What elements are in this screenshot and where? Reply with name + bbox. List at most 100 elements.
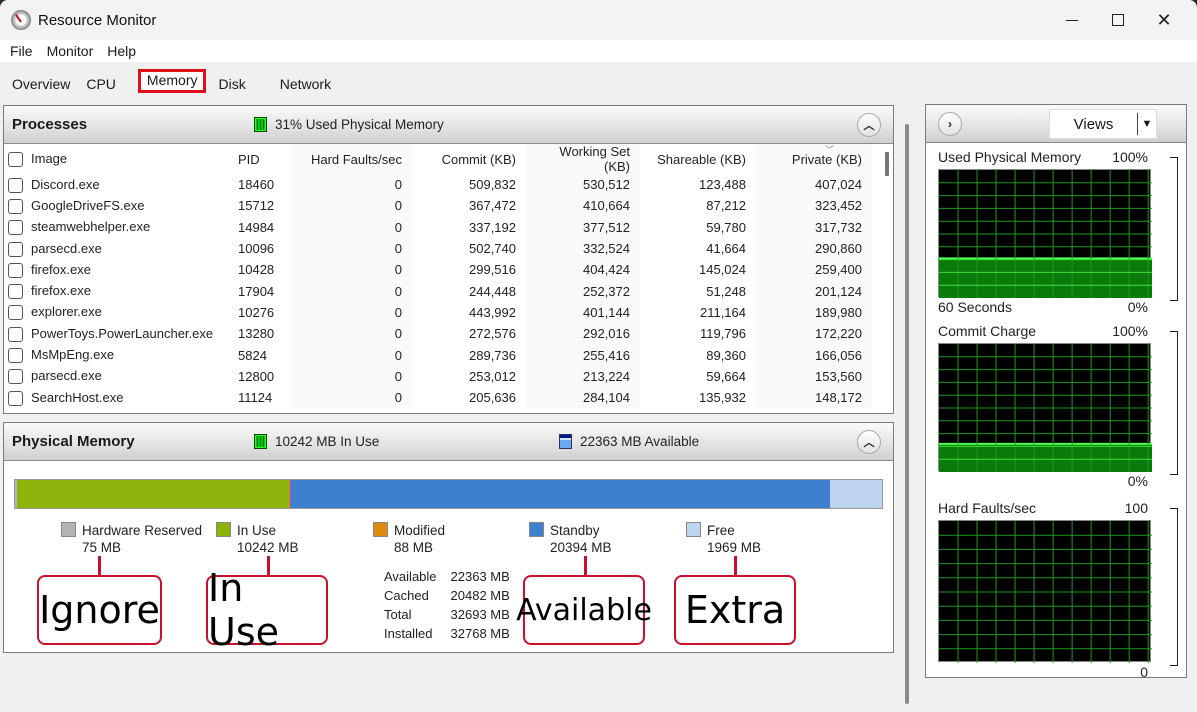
graph-title-row: Commit Charge 100% (938, 323, 1178, 341)
views-dropdown[interactable]: Views ▼ (1049, 109, 1157, 139)
process-checkbox[interactable] (8, 262, 23, 278)
cell-private: 323,452 (815, 198, 862, 214)
sort-descending-icon: ﹀ (824, 145, 834, 155)
column-header-commit[interactable]: Commit (KB) (412, 144, 526, 174)
processes-scrollbar[interactable] (885, 152, 889, 176)
main-scrollbar[interactable] (902, 102, 916, 712)
physical-memory-header[interactable]: Physical Memory 10242 MB In Use 22363 MB… (4, 423, 893, 461)
column-header-hard-faults[interactable]: Hard Faults/sec (292, 144, 412, 174)
process-checkbox[interactable] (8, 198, 23, 214)
menu-file[interactable]: File (10, 43, 33, 59)
cell-image: GoogleDriveFS.exe (4, 195, 230, 216)
expand-graphs-button[interactable]: › (938, 112, 962, 136)
column-header-private[interactable]: ﹀ Private (KB) (756, 144, 872, 174)
tab-bar: Overview CPU Memory Disk Network (0, 62, 1197, 96)
collapse-processes-button[interactable]: ︿ (857, 113, 881, 137)
process-name: firefox.exe (31, 261, 91, 277)
cell-working-set: 252,372 (583, 283, 630, 299)
graph-title-row: Hard Faults/sec 100 (938, 500, 1178, 518)
views-label: Views (1073, 115, 1114, 133)
callout-in-use: In Use (206, 566, 328, 654)
table-row[interactable]: explorer.exe 10276 0 443,992 401,144 211,164 1… (4, 302, 872, 323)
cell-commit: 244,448 (469, 283, 516, 299)
stat-value: 32693 MB (450, 607, 510, 622)
table-row[interactable]: GoogleDriveFS.exe 15712 0 367,472 410,664 87,… (4, 195, 872, 216)
legend-label: In Use (237, 523, 277, 538)
tab-disk[interactable]: Disk (216, 76, 247, 96)
legend-label: Modified (394, 523, 446, 538)
process-name: explorer.exe (31, 304, 102, 320)
table-row[interactable]: firefox.exe 17904 0 244,448 252,372 51,248 201… (4, 280, 872, 301)
cell-working-set: 292,016 (583, 326, 630, 342)
collapse-physical-memory-button[interactable]: ︿ (857, 430, 881, 454)
process-checkbox[interactable] (8, 390, 23, 406)
graph-title: Commit Charge (938, 323, 1037, 339)
graph-max-label: 100% (1112, 323, 1148, 339)
legend-modified: Modified 88 MB (373, 522, 445, 555)
stat-label: Available (384, 569, 437, 584)
table-row[interactable]: parsecd.exe 10096 0 502,740 332,524 41,664 290… (4, 238, 872, 259)
process-name: Discord.exe (31, 176, 100, 192)
table-row[interactable]: firefox.exe 10428 0 299,516 404,424 145,024 25… (4, 259, 872, 280)
graph-fill-area (939, 443, 1152, 472)
stat-row: Available 22363 MB (384, 567, 524, 586)
cell-private: 166,056 (815, 347, 862, 363)
legend-swatch (686, 522, 701, 537)
minimize-button[interactable] (1049, 0, 1095, 40)
table-row[interactable]: Discord.exe 18460 0 509,832 530,512 123,488 40… (4, 174, 872, 195)
close-icon: ✕ (1156, 9, 1172, 30)
tab-overview[interactable]: Overview (10, 76, 72, 96)
cell-pid: 17904 (238, 283, 275, 299)
cell-working-set: 377,512 (583, 219, 630, 235)
cell-hard-faults: 0 (394, 347, 402, 363)
menu-help[interactable]: Help (107, 43, 136, 59)
process-name: parsecd.exe (31, 240, 102, 256)
column-header-pid[interactable]: PID (230, 144, 292, 174)
process-checkbox[interactable] (8, 241, 23, 257)
legend-value: 10242 MB (237, 540, 299, 555)
minimize-icon (1066, 19, 1078, 21)
legend-swatch (61, 522, 76, 537)
process-checkbox[interactable] (8, 369, 23, 385)
graphs-header: › Views ▼ (926, 105, 1186, 143)
cell-pid: 10096 (238, 241, 275, 257)
table-row[interactable]: PowerToys.PowerLauncher.exe 13280 0 272,576… (4, 323, 872, 344)
table-row[interactable]: steamwebhelper.exe 14984 0 337,192 377,512 59… (4, 217, 872, 238)
graph-svg (939, 344, 1152, 472)
tab-memory[interactable]: Memory (137, 69, 207, 93)
process-checkbox[interactable] (8, 284, 23, 300)
close-button[interactable]: ✕ (1141, 0, 1187, 40)
tab-network[interactable]: Network (278, 76, 333, 96)
cell-commit: 367,472 (469, 198, 516, 214)
table-row[interactable]: MsMpEng.exe 5824 0 289,736 255,416 89,360 166,… (4, 344, 872, 365)
legend-label: Free (707, 523, 735, 538)
column-header-shareable[interactable]: Shareable (KB) (640, 144, 756, 174)
resource-monitor-window: Resource Monitor ✕ File Monitor Help Ove… (0, 0, 1197, 712)
cell-hard-faults: 0 (394, 368, 402, 384)
table-row[interactable]: parsecd.exe 12800 0 253,012 213,224 59,664 153… (4, 366, 872, 387)
table-row[interactable]: SearchHost.exe 11124 0 205,636 284,104 135,93… (4, 387, 872, 408)
graph-svg (939, 521, 1152, 663)
process-checkbox[interactable] (8, 177, 23, 193)
cell-pid: 12800 (238, 368, 275, 384)
cell-private: 201,124 (815, 283, 862, 299)
scrollbar-thumb[interactable] (905, 124, 909, 704)
column-header-working-set[interactable]: Working Set (KB) (526, 144, 640, 174)
select-all-checkbox[interactable] (8, 152, 23, 168)
graph-scale-bracket (1170, 157, 1178, 301)
tab-cpu[interactable]: CPU (84, 76, 118, 96)
cell-hard-faults: 0 (394, 241, 402, 257)
stat-value: 20482 MB (450, 588, 510, 603)
menu-monitor[interactable]: Monitor (47, 43, 94, 59)
cell-working-set: 255,416 (583, 347, 630, 363)
process-checkbox[interactable] (8, 326, 23, 342)
callout-available: Available (516, 575, 652, 645)
cell-pid: 5824 (238, 347, 267, 363)
process-checkbox[interactable] (8, 305, 23, 321)
column-header-image[interactable]: Image (4, 144, 230, 174)
processes-header[interactable]: Processes 31% Used Physical Memory ︿ (4, 106, 893, 144)
maximize-icon (1112, 14, 1124, 26)
maximize-button[interactable] (1095, 0, 1141, 40)
process-checkbox[interactable] (8, 348, 23, 364)
process-checkbox[interactable] (8, 220, 23, 236)
